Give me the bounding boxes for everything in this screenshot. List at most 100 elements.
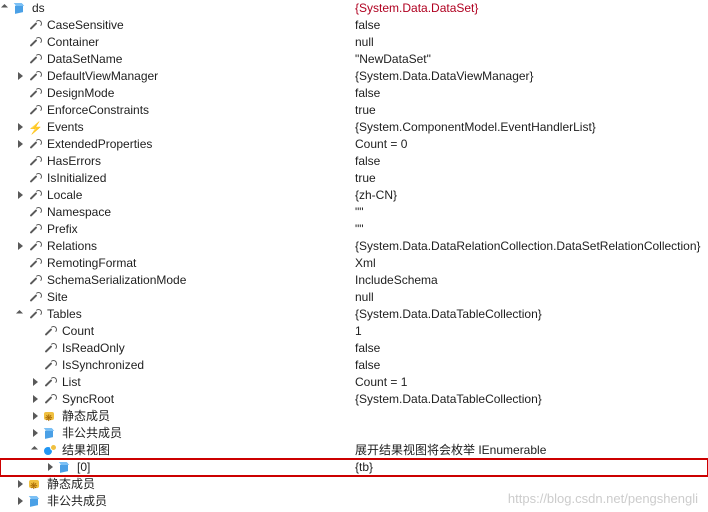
property-value: {tb} bbox=[355, 459, 708, 476]
tree-row[interactable]: ListCount = 1 bbox=[0, 374, 708, 391]
name-cell[interactable]: Events bbox=[0, 119, 355, 136]
property-name: List bbox=[62, 374, 81, 391]
tree-row[interactable]: DefaultViewManager{System.Data.DataViewM… bbox=[0, 68, 708, 85]
indent bbox=[15, 374, 30, 391]
indent bbox=[15, 323, 30, 340]
property-name: ExtendedProperties bbox=[47, 136, 152, 153]
expander-icon[interactable] bbox=[30, 408, 42, 425]
name-cell: IsSynchronized bbox=[0, 357, 355, 374]
expander-icon[interactable] bbox=[45, 459, 57, 476]
wrench-icon bbox=[27, 35, 43, 51]
property-name: IsReadOnly bbox=[62, 340, 125, 357]
expander-icon[interactable] bbox=[15, 119, 27, 136]
property-name: Count bbox=[62, 323, 94, 340]
expander-icon[interactable] bbox=[15, 238, 27, 255]
wrench-icon bbox=[27, 52, 43, 68]
tree-row[interactable]: 非公共成员 bbox=[0, 493, 708, 510]
name-cell: Site bbox=[0, 289, 355, 306]
expander-icon[interactable] bbox=[15, 476, 27, 493]
name-cell[interactable]: 结果视图 bbox=[0, 442, 355, 459]
wrench-icon bbox=[27, 239, 43, 255]
wrench-icon bbox=[27, 256, 43, 272]
tree-row[interactable]: Tables{System.Data.DataTableCollection} bbox=[0, 306, 708, 323]
tree-row[interactable]: SyncRoot{System.Data.DataTableCollection… bbox=[0, 391, 708, 408]
expander-icon[interactable] bbox=[30, 374, 42, 391]
property-name: RemotingFormat bbox=[47, 255, 136, 272]
expander-icon[interactable] bbox=[15, 187, 27, 204]
name-cell[interactable]: Locale bbox=[0, 187, 355, 204]
property-name: Tables bbox=[47, 306, 82, 323]
expander-icon[interactable] bbox=[0, 0, 12, 17]
name-cell: CaseSensitive bbox=[0, 17, 355, 34]
wrench-icon bbox=[27, 307, 43, 323]
name-cell[interactable]: 非公共成员 bbox=[0, 425, 355, 442]
expander-none bbox=[15, 85, 27, 102]
name-cell: Container bbox=[0, 34, 355, 51]
name-cell[interactable]: 非公共成员 bbox=[0, 493, 355, 510]
tree-row: SchemaSerializationModeIncludeSchema bbox=[0, 272, 708, 289]
property-name: 结果视图 bbox=[62, 442, 110, 459]
name-cell: IsInitialized bbox=[0, 170, 355, 187]
indent bbox=[0, 204, 15, 221]
tree-row[interactable]: 结果视图展开结果视图将会枚举 IEnumerable bbox=[0, 442, 708, 459]
tree-row: Containernull bbox=[0, 34, 708, 51]
indent bbox=[0, 408, 15, 425]
name-cell[interactable]: [0] bbox=[0, 459, 355, 476]
property-value: true bbox=[355, 170, 708, 187]
name-cell[interactable]: ds bbox=[0, 0, 355, 17]
tree-row: RemotingFormat Xml bbox=[0, 255, 708, 272]
name-cell[interactable]: ExtendedProperties bbox=[0, 136, 355, 153]
property-value: false bbox=[355, 340, 708, 357]
tree-row[interactable]: ds{System.Data.DataSet} bbox=[0, 0, 708, 17]
indent bbox=[0, 68, 15, 85]
tree-row[interactable]: Events{System.ComponentModel.EventHandle… bbox=[0, 119, 708, 136]
watch-tree: ds{System.Data.DataSet}CaseSensitive fals… bbox=[0, 0, 708, 510]
tree-row[interactable]: 静态成员 bbox=[0, 476, 708, 493]
indent bbox=[0, 51, 15, 68]
lightning-icon bbox=[27, 120, 43, 136]
expander-icon[interactable] bbox=[15, 68, 27, 85]
name-cell[interactable]: Tables bbox=[0, 306, 355, 323]
name-cell: RemotingFormat bbox=[0, 255, 355, 272]
expander-icon[interactable] bbox=[15, 306, 27, 323]
wrench-icon bbox=[27, 205, 43, 221]
indent bbox=[15, 459, 30, 476]
property-value: Xml bbox=[355, 255, 708, 272]
wrench-icon bbox=[27, 154, 43, 170]
indent bbox=[0, 357, 15, 374]
expander-none bbox=[15, 34, 27, 51]
name-cell[interactable]: DefaultViewManager bbox=[0, 68, 355, 85]
property-value: IncludeSchema bbox=[355, 272, 708, 289]
tree-row[interactable]: 静态成员 bbox=[0, 408, 708, 425]
property-name: Prefix bbox=[47, 221, 78, 238]
name-cell[interactable]: Relations bbox=[0, 238, 355, 255]
tree-row[interactable]: [0] {tb} bbox=[0, 459, 708, 476]
property-value: "" bbox=[355, 204, 708, 221]
tree-row[interactable]: Relations{System.Data.DataRelationCollec… bbox=[0, 238, 708, 255]
name-cell[interactable]: 静态成员 bbox=[0, 408, 355, 425]
wrench-icon bbox=[42, 375, 58, 391]
name-cell[interactable]: List bbox=[0, 374, 355, 391]
property-name: Locale bbox=[47, 187, 82, 204]
indent bbox=[15, 442, 30, 459]
cube-icon bbox=[57, 460, 73, 476]
expander-icon[interactable] bbox=[30, 442, 42, 459]
expander-icon[interactable] bbox=[15, 493, 27, 510]
name-cell: DataSetName bbox=[0, 51, 355, 68]
indent bbox=[0, 17, 15, 34]
tree-row[interactable]: ExtendedPropertiesCount = 0 bbox=[0, 136, 708, 153]
expander-icon[interactable] bbox=[15, 136, 27, 153]
indent bbox=[0, 34, 15, 51]
name-cell[interactable]: SyncRoot bbox=[0, 391, 355, 408]
expander-icon[interactable] bbox=[30, 425, 42, 442]
property-name: [0] bbox=[77, 459, 90, 476]
name-cell[interactable]: 静态成员 bbox=[0, 476, 355, 493]
tree-row[interactable]: 非公共成员 bbox=[0, 425, 708, 442]
expander-icon[interactable] bbox=[30, 391, 42, 408]
expander-none bbox=[15, 170, 27, 187]
wrench-icon bbox=[42, 341, 58, 357]
cube-icon bbox=[42, 426, 58, 442]
indent bbox=[0, 289, 15, 306]
tree-row[interactable]: Locale{zh-CN} bbox=[0, 187, 708, 204]
property-value: {System.Data.DataRelationCollection.Data… bbox=[355, 238, 708, 255]
